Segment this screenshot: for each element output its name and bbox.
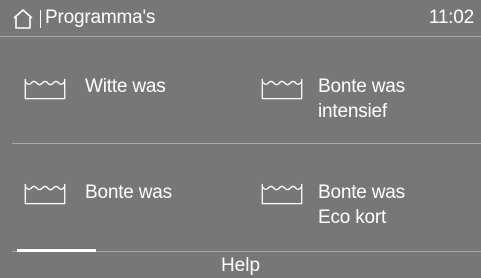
page-title: Programma's bbox=[45, 7, 156, 28]
home-icon[interactable] bbox=[12, 9, 34, 29]
clock-time: 11:02 bbox=[428, 7, 474, 28]
program-label: Bonte was intensief bbox=[318, 76, 405, 122]
program-label: Witte was bbox=[85, 76, 166, 97]
program-label: Bonte was bbox=[85, 182, 172, 203]
header-divider bbox=[40, 10, 41, 28]
page-indicator bbox=[17, 249, 96, 252]
program-tile-witte-was[interactable]: Witte was bbox=[0, 36, 240, 142]
header-bar: Programma's 11:02 bbox=[0, 0, 481, 37]
program-label: Bonte was Eco kort bbox=[318, 182, 405, 228]
tub-icon bbox=[261, 78, 303, 100]
tub-icon bbox=[24, 183, 66, 205]
help-footer[interactable]: Help bbox=[0, 249, 481, 278]
program-tile-bonte-was-intensief[interactable]: Bonte was intensief bbox=[241, 36, 481, 142]
program-tile-bonte-was[interactable]: Bonte was bbox=[0, 144, 240, 250]
help-button[interactable]: Help bbox=[0, 255, 481, 277]
tub-icon bbox=[24, 78, 66, 100]
tub-icon bbox=[261, 183, 303, 205]
program-tile-bonte-was-eco-kort[interactable]: Bonte was Eco kort bbox=[241, 144, 481, 250]
program-screen: Programma's 11:02 Witte was Bonte was in… bbox=[0, 0, 481, 278]
